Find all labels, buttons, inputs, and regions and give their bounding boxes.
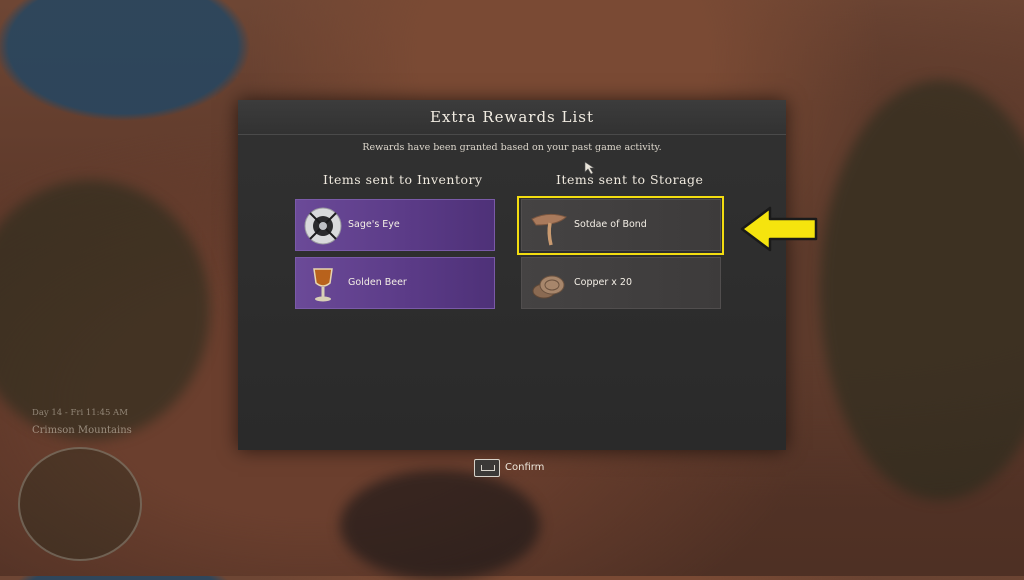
inventory-item-label: Sage's Eye xyxy=(348,219,400,230)
inventory-column-title: Items sent to Inventory xyxy=(323,172,483,187)
copper-coins-icon xyxy=(528,263,570,305)
minimap xyxy=(18,447,142,561)
mouse-cursor-icon xyxy=(584,160,596,179)
item-highlight-box xyxy=(517,196,724,255)
inventory-item-label: Golden Beer xyxy=(348,277,407,288)
background-foliage-bottom xyxy=(340,470,540,580)
storage-item-label: Copper x 20 xyxy=(574,277,633,288)
dialog-title-bar: Extra Rewards List xyxy=(238,100,786,135)
dialog-title: Extra Rewards List xyxy=(430,108,594,126)
golden-beer-icon xyxy=(302,263,344,305)
inventory-item-golden-beer[interactable]: Golden Beer xyxy=(295,257,495,309)
dialog-subtitle: Rewards have been granted based on your … xyxy=(362,142,662,153)
hud-day-time: Day 14 - Fri 11:45 AM xyxy=(32,408,128,418)
inventory-item-sages-eye[interactable]: Sage's Eye xyxy=(295,199,495,251)
storage-column-title: Items sent to Storage xyxy=(556,172,704,187)
sages-eye-icon xyxy=(302,205,344,247)
hud-location: Crimson Mountains xyxy=(32,425,132,436)
storage-item-copper[interactable]: Copper x 20 xyxy=(521,257,721,309)
confirm-label: Confirm xyxy=(505,462,545,473)
background-foliage-right xyxy=(820,80,1024,500)
extra-rewards-dialog: Extra Rewards List Rewards have been gra… xyxy=(238,100,786,450)
left-arrow-icon xyxy=(740,206,818,256)
background-foliage-left xyxy=(0,180,210,440)
confirm-key-icon xyxy=(474,459,500,477)
